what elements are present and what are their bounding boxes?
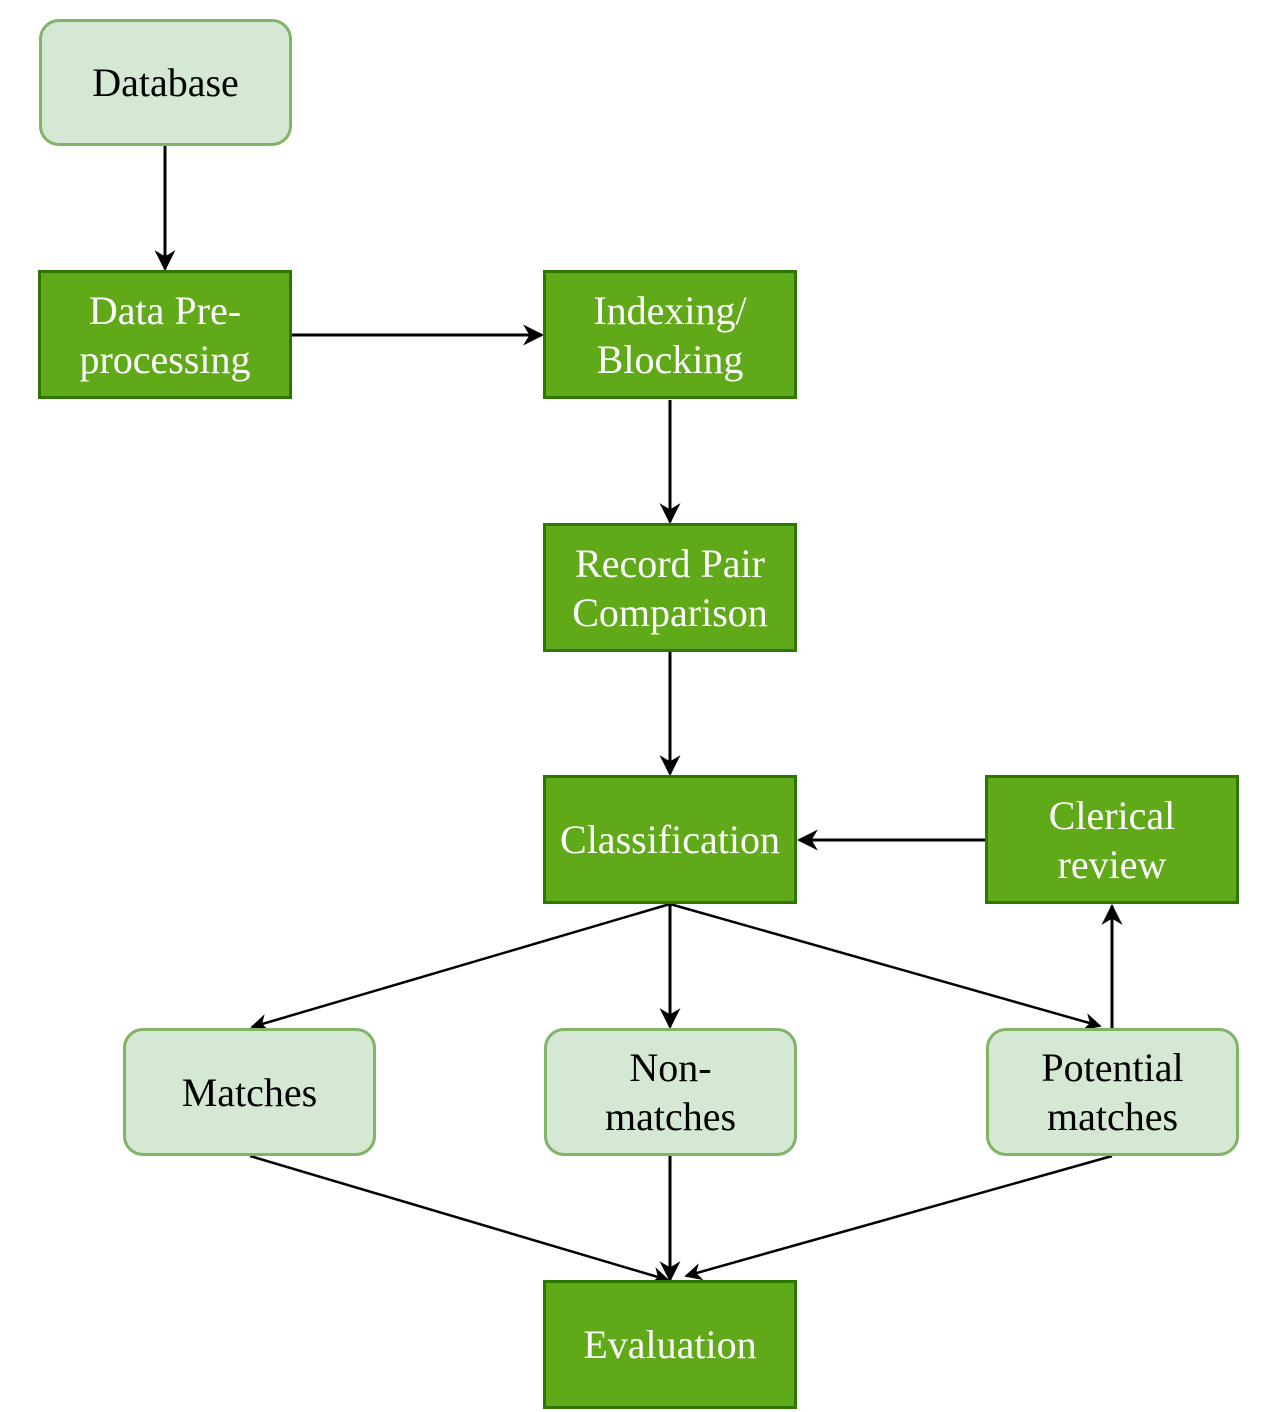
- node-database: Database: [39, 19, 292, 146]
- node-comparison: Record Pair Comparison: [543, 523, 797, 652]
- edge-potential-evaluation: [684, 1154, 1113, 1281]
- node-evaluation: Evaluation: [543, 1280, 797, 1409]
- node-label: Indexing/ Blocking: [593, 287, 747, 382]
- edges-layer: [154, 146, 1123, 1284]
- node-preprocessing: Data Pre- processing: [38, 270, 292, 399]
- edge-classification-potential: [669, 902, 1102, 1031]
- node-label: Database: [92, 60, 239, 105]
- node-label: Record Pair Comparison: [572, 540, 768, 635]
- node-clerical-review: Clerical review: [985, 775, 1239, 904]
- node-non-matches: Non- matches: [544, 1028, 797, 1156]
- node-label: Data Pre- processing: [79, 287, 251, 382]
- node-label: Clerical review: [1048, 792, 1176, 887]
- node-label: Classification: [560, 817, 780, 862]
- node-label: Matches: [181, 1069, 318, 1115]
- node-indexing: Indexing/ Blocking: [543, 270, 797, 399]
- node-label: Potential matches: [1041, 1045, 1184, 1139]
- node-potential-matches: Potential matches: [986, 1028, 1239, 1156]
- edge-classification-matches: [250, 902, 671, 1031]
- node-classification: Classification: [543, 775, 797, 904]
- node-matches: Matches: [123, 1028, 376, 1156]
- edge-matches-evaluation: [249, 1154, 670, 1284]
- node-label: Evaluation: [583, 1322, 757, 1367]
- node-label: Non- matches: [604, 1045, 737, 1139]
